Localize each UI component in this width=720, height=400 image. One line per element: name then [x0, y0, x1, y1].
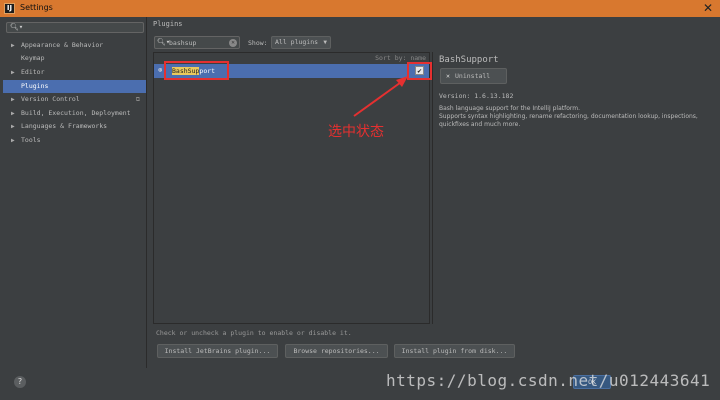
title-bar: IJ Settings ✕	[0, 0, 720, 17]
annotation-text: 选中状态	[328, 124, 384, 140]
plugin-detail-panel: BashSupport ✕ Uninstall Version: 1.6.13.…	[432, 52, 712, 324]
sort-by-dropdown[interactable]: Sort by: name	[375, 54, 426, 62]
expand-arrow-icon: ▶	[11, 137, 15, 144]
chevron-down-icon: ▼	[323, 39, 327, 46]
description-line: Supports syntax highlighting, rename ref…	[439, 113, 698, 120]
annotation-arrow	[353, 76, 408, 117]
dialog-footer: ? OK https://blog.csdn.net/u012443641	[0, 368, 720, 400]
sidebar-item-label: Tools	[21, 136, 41, 144]
sidebar-item-keymap[interactable]: Keymap	[3, 52, 146, 65]
sidebar-item-label: Build, Execution, Deployment	[21, 109, 131, 117]
window-title: Settings	[20, 3, 53, 12]
description-line: Bash language support for the IntelliJ p…	[439, 105, 581, 112]
expand-arrow-icon: ▶	[11, 42, 15, 49]
plugin-search-value: bashsup	[169, 39, 197, 47]
settings-sidebar: 🔍︎▾ ▶ Appearance & Behavior Keymap ▶ Edi…	[3, 17, 147, 370]
sidebar-item-appearance[interactable]: ▶ Appearance & Behavior	[3, 39, 146, 52]
expand-arrow-icon: ▶	[11, 110, 15, 117]
project-level-icon: ⧉	[135, 96, 140, 103]
close-icon[interactable]: ✕	[703, 1, 713, 15]
sidebar-item-editor[interactable]: ▶ Editor	[3, 66, 146, 79]
show-filter-value: All plugins	[275, 38, 319, 46]
sidebar-item-version-control[interactable]: ▶ Version Control ⧉	[3, 93, 146, 106]
plugin-icon: ⊛	[158, 66, 163, 74]
annotation-box-plugin-name	[164, 61, 229, 80]
plugin-detail-title: BashSupport	[439, 55, 499, 65]
plugin-search-input[interactable]: 🔍︎▾ bashsup ✕	[154, 36, 240, 49]
sidebar-item-label: Plugins	[21, 82, 49, 90]
watermark: https://blog.csdn.net/u012443641	[386, 371, 711, 390]
clear-icon[interactable]: ✕	[229, 39, 237, 47]
uninstall-label: Uninstall	[455, 72, 491, 80]
sidebar-item-plugins[interactable]: Plugins	[3, 80, 146, 93]
show-filter-dropdown[interactable]: All plugins ▼	[271, 36, 331, 49]
browse-repositories-button[interactable]: Browse repositories...	[285, 344, 388, 358]
expand-arrow-icon: ▶	[11, 69, 15, 76]
sidebar-item-build[interactable]: ▶ Build, Execution, Deployment	[3, 107, 146, 120]
install-jetbrains-plugin-button[interactable]: Install JetBrains plugin...	[157, 344, 278, 358]
sidebar-item-label: Version Control	[21, 95, 80, 103]
show-filter-label: Show:	[248, 39, 268, 47]
sidebar-item-label: Editor	[21, 68, 45, 76]
page-title: Plugins	[153, 20, 183, 28]
help-icon[interactable]: ?	[14, 376, 26, 388]
description-line: quickfixes and much more.	[439, 121, 521, 128]
uninstall-button[interactable]: ✕ Uninstall	[440, 68, 507, 84]
sidebar-item-label: Keymap	[21, 54, 45, 62]
search-icon: 🔍︎▾	[10, 23, 24, 31]
uninstall-x-icon: ✕	[446, 72, 450, 80]
install-from-disk-button[interactable]: Install plugin from disk...	[394, 344, 515, 358]
sidebar-item-label: Languages & Frameworks	[21, 122, 108, 130]
plugin-hint-text: Check or uncheck a plugin to enable or d…	[156, 329, 352, 337]
expand-arrow-icon: ▶	[11, 96, 15, 103]
sidebar-item-languages[interactable]: ▶ Languages & Frameworks	[3, 120, 146, 133]
sidebar-item-label: Appearance & Behavior	[21, 41, 104, 49]
plugin-description: Bash language support for the IntelliJ p…	[439, 105, 707, 129]
sidebar-item-tools[interactable]: ▶ Tools	[3, 134, 146, 147]
plugin-version: Version: 1.6.13.182	[439, 92, 514, 100]
expand-arrow-icon: ▶	[11, 123, 15, 130]
intellij-app-icon: IJ	[4, 3, 15, 14]
sidebar-search-input[interactable]: 🔍︎▾	[6, 22, 144, 33]
